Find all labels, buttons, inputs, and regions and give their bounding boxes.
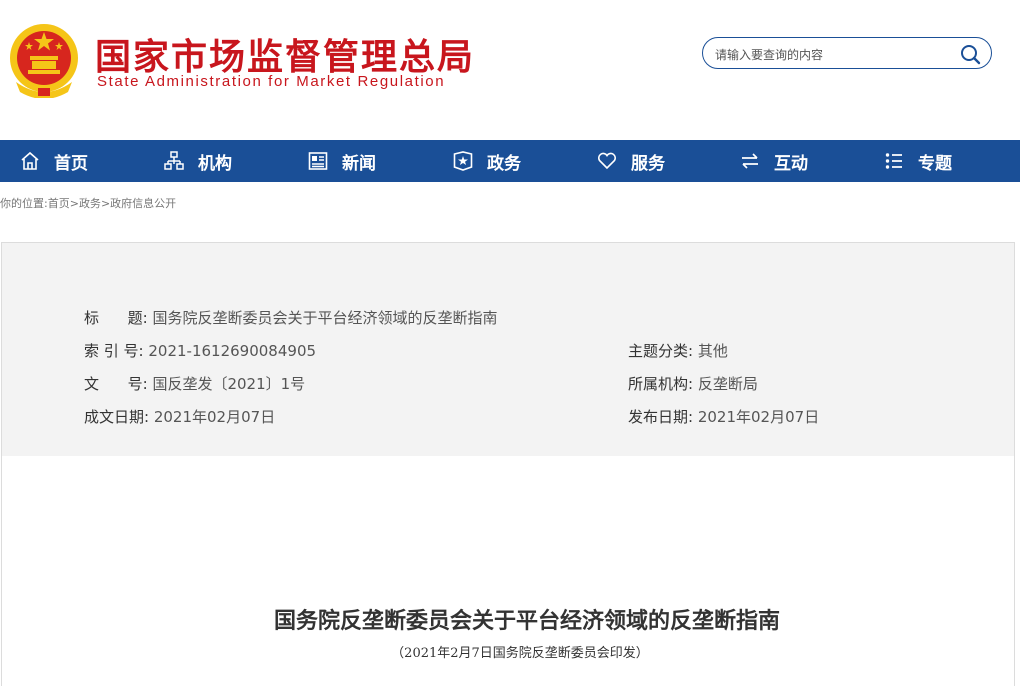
nav-item-interaction[interactable]: 互动 (740, 140, 808, 182)
info-docno-row: 文 号: 国反垄发〔2021〕1号 (84, 373, 305, 394)
nav-item-home[interactable]: 首页 (20, 140, 88, 182)
government-icon (453, 151, 473, 171)
info-title-label: 标 题: (84, 309, 148, 327)
info-index-row: 索 引 号: 2021-1612690084905 (84, 340, 316, 361)
info-agency-row: 所属机构: 反垄断局 (628, 373, 758, 394)
nav-item-topics[interactable]: 专题 (884, 140, 952, 182)
search-input[interactable] (713, 44, 957, 66)
breadcrumb: 你的位置:首页>政务>政府信息公开 (0, 195, 176, 211)
info-category-value: 其他 (697, 342, 728, 360)
info-agency-label: 所属机构: (628, 375, 694, 393)
info-index-label: 索 引 号: (84, 342, 144, 360)
info-agency-value: 反垄断局 (697, 375, 758, 393)
news-icon (308, 152, 328, 170)
nav-label: 服务 (631, 153, 665, 174)
search-box (702, 37, 992, 69)
exchange-arrows-icon (742, 153, 758, 169)
info-published-value: 2021年02月07日 (697, 408, 820, 426)
nav-label: 互动 (774, 153, 808, 174)
national-emblem-icon[interactable] (8, 22, 80, 98)
info-created-row: 成文日期: 2021年02月07日 (84, 406, 275, 427)
nav-label: 专题 (918, 153, 952, 174)
org-chart-icon (164, 151, 184, 170)
breadcrumb-gov-info-public[interactable]: 政府信息公开 (110, 197, 176, 210)
nav-label: 机构 (198, 153, 232, 174)
site-title-en[interactable]: State Administration for Market Regulati… (97, 73, 445, 90)
nav-label: 首页 (54, 153, 88, 174)
breadcrumb-home[interactable]: 首页 (48, 197, 70, 210)
breadcrumb-separator: > (100, 197, 111, 210)
nav-item-government[interactable]: 政务 (453, 140, 521, 182)
info-published-label: 发布日期: (628, 408, 694, 426)
main-nav: 首页 机构 新闻 政务 服务 互动 专题 (0, 140, 1020, 182)
nav-label: 新闻 (342, 153, 376, 174)
document-subtitle: （2021年2月7日国务院反垄断委员会印发） (391, 646, 649, 661)
breadcrumb-prefix: 你的位置: (0, 197, 48, 210)
home-icon (21, 151, 39, 170)
breadcrumb-separator: > (69, 197, 79, 210)
info-published-row: 发布日期: 2021年02月07日 (628, 406, 819, 427)
document-title: 国务院反垄断委员会关于平台经济领域的反垄断指南 (273, 609, 780, 634)
info-created-label: 成文日期: (84, 408, 150, 426)
info-docno-value: 国反垄发〔2021〕1号 (152, 375, 306, 393)
info-docno-label: 文 号: (84, 375, 148, 393)
breadcrumb-government[interactable]: 政务 (79, 197, 101, 210)
search-icon[interactable] (959, 43, 981, 65)
info-title-row: 标 题: 国务院反垄断委员会关于平台经济领域的反垄断指南 (84, 307, 497, 328)
heart-icon (597, 152, 617, 170)
nav-label: 政务 (487, 153, 521, 174)
info-created-value: 2021年02月07日 (153, 408, 276, 426)
nav-item-news[interactable]: 新闻 (308, 140, 376, 182)
info-category-row: 主题分类: 其他 (628, 340, 728, 361)
info-title-value: 国务院反垄断委员会关于平台经济领域的反垄断指南 (152, 309, 498, 327)
info-category-label: 主题分类: (628, 342, 694, 360)
nav-item-org[interactable]: 机构 (164, 140, 232, 182)
topics-list-icon (885, 153, 902, 169)
site-header: 国家市场监督管理总局 State Administration for Mark… (0, 0, 1020, 140)
info-index-value: 2021-1612690084905 (148, 342, 317, 360)
nav-item-service[interactable]: 服务 (597, 140, 665, 182)
